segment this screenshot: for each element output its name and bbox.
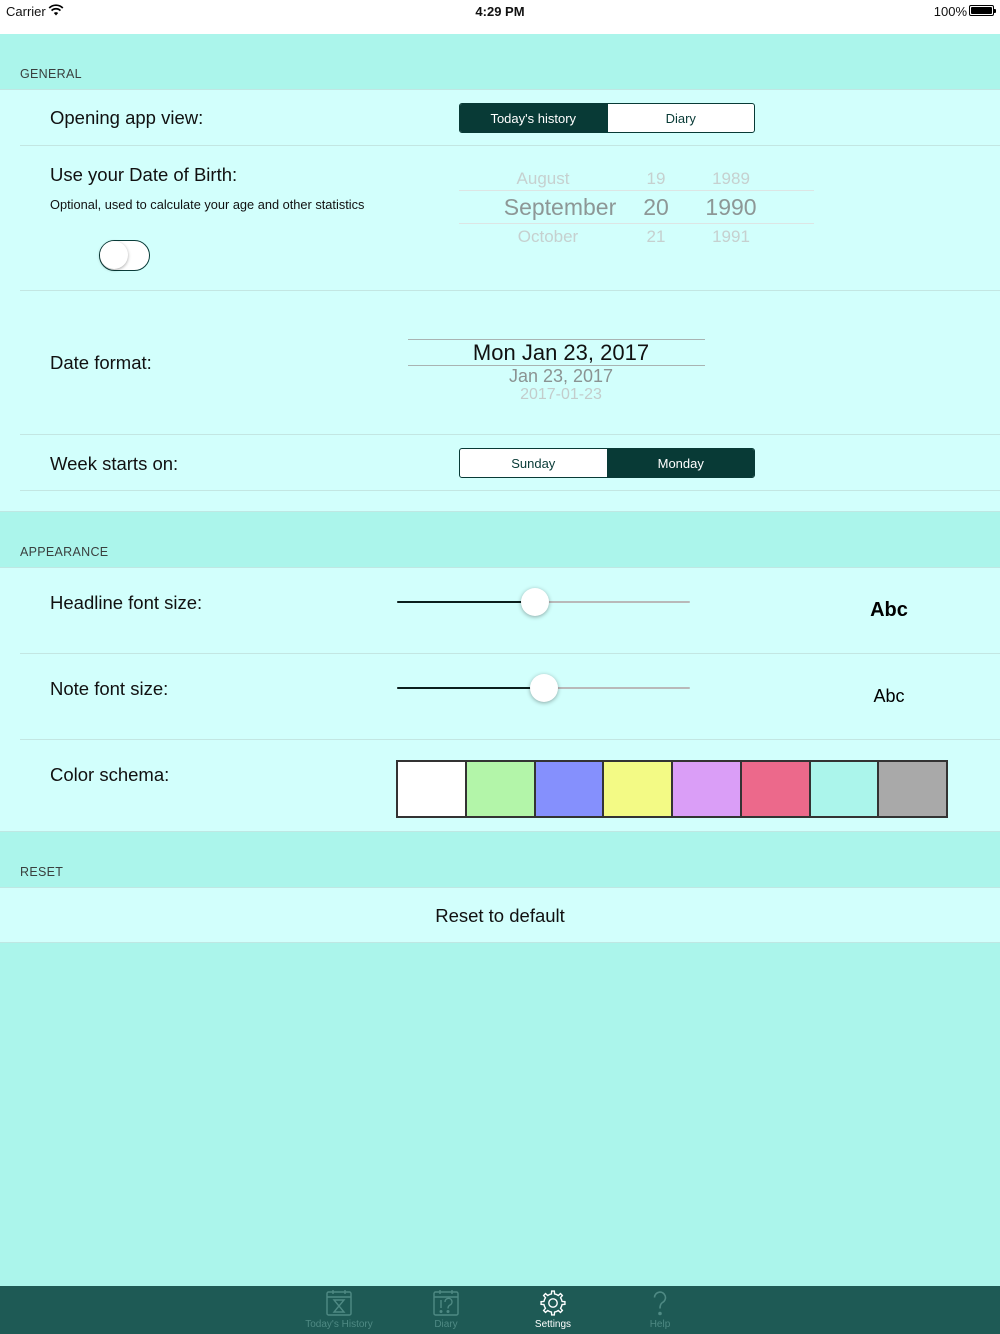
opening-view-segmented-control[interactable]: Today's history Diary <box>459 103 755 133</box>
tab-diary[interactable]: Diary <box>391 1286 501 1334</box>
dob-month-prev: August <box>516 169 570 188</box>
status-bar: Carrier 4:29 PM 100% <box>0 0 1000 34</box>
dob-picker-selection-top <box>459 190 814 191</box>
week-start-label: Week starts on: <box>50 453 179 474</box>
section-header-appearance: APPEARANCE <box>0 512 1000 567</box>
section-header-general: GENERAL <box>0 34 1000 89</box>
tab-bar: Today's History Diary Settings Help <box>0 1286 1000 1334</box>
toggle-knob <box>100 241 128 269</box>
separator <box>20 145 1000 146</box>
date-format-option-clip: 2017-01-23 <box>408 386 714 400</box>
battery-icon <box>969 5 996 16</box>
color-schema-picker[interactable] <box>396 760 948 818</box>
tab-label: Today's History <box>305 1319 373 1330</box>
dob-year-prev: 1989 <box>712 169 750 188</box>
color-swatch[interactable] <box>808 762 878 816</box>
tab-settings[interactable]: Settings <box>498 1286 608 1334</box>
color-swatch[interactable] <box>533 762 603 816</box>
general-group: Opening app view: Today's history Diary U… <box>0 89 1000 512</box>
tab-label: Settings <box>534 1319 572 1330</box>
separator <box>20 653 1000 654</box>
color-swatch[interactable] <box>739 762 809 816</box>
section-title-general: GENERAL <box>20 67 82 81</box>
question-mark-icon <box>653 1291 667 1316</box>
section-header-reset: RESET <box>0 832 1000 887</box>
color-swatch[interactable] <box>671 762 740 816</box>
week-start-segmented-control[interactable]: Sunday Monday <box>459 448 755 478</box>
headline-font-size-slider[interactable] <box>397 587 690 617</box>
dob-day-current[interactable]: 20 <box>631 194 681 221</box>
slider-fill <box>397 687 544 689</box>
dob-label: Use your Date of Birth: <box>50 164 238 185</box>
slider-fill <box>397 601 535 603</box>
section-title-appearance: APPEARANCE <box>20 545 109 559</box>
note-font-size-label: Note font size: <box>50 678 169 699</box>
gear-icon <box>540 1290 566 1316</box>
headline-font-size-label: Headline font size: <box>50 592 203 613</box>
date-format-label: Date format: <box>50 352 152 373</box>
battery-percentage: 100% <box>933 4 967 19</box>
color-schema-label: Color schema: <box>50 764 170 785</box>
question-calendar-icon <box>433 1290 459 1316</box>
color-swatch[interactable] <box>602 762 671 816</box>
section-title-reset: RESET <box>20 865 64 879</box>
separator <box>20 290 1000 291</box>
reset-to-default-button[interactable]: Reset to default <box>0 905 1000 927</box>
dob-day-prev: 19 <box>646 169 666 188</box>
separator <box>20 434 1000 435</box>
hourglass-calendar-icon <box>326 1290 352 1316</box>
dob-month-current[interactable]: September <box>480 194 640 221</box>
date-format-option[interactable]: Jan 23, 2017 <box>408 366 714 387</box>
reset-group: Reset to default <box>0 887 1000 943</box>
headline-font-preview: Abc <box>870 599 908 621</box>
dob-day-next: 21 <box>646 227 666 246</box>
note-font-preview: Abc <box>873 686 905 706</box>
week-start-segment[interactable]: Monday <box>606 449 754 477</box>
color-swatch[interactable] <box>877 762 946 816</box>
tab-label: Diary <box>434 1319 458 1330</box>
color-swatch[interactable] <box>464 762 534 816</box>
date-format-option-selected[interactable]: Mon Jan 23, 2017 <box>408 340 714 366</box>
opening-view-segment[interactable]: Today's history <box>460 104 607 132</box>
slider-thumb[interactable] <box>521 588 549 616</box>
dob-picker-selection-bottom <box>459 223 814 224</box>
dob-month-next: October <box>517 227 579 246</box>
week-start-segment[interactable]: Sunday <box>460 449 607 477</box>
dob-toggle[interactable] <box>99 240 150 271</box>
separator <box>20 739 1000 740</box>
date-format-option[interactable]: 2017-01-23 <box>408 386 714 400</box>
status-time: 4:29 PM <box>475 4 525 19</box>
dob-year-next: 1991 <box>712 227 750 246</box>
separator <box>20 490 1000 491</box>
tab-label: Help <box>649 1319 671 1330</box>
slider-thumb[interactable] <box>530 674 558 702</box>
dob-year-current[interactable]: 1990 <box>690 194 772 221</box>
opening-view-segment[interactable]: Diary <box>606 104 755 132</box>
dob-subtitle: Optional, used to calculate your age and… <box>50 197 365 212</box>
note-font-size-slider[interactable] <box>397 673 690 703</box>
tab-todays-history[interactable]: Today's History <box>284 1286 394 1334</box>
color-swatch[interactable] <box>398 762 465 816</box>
opening-view-label: Opening app view: <box>50 107 204 128</box>
tab-help[interactable]: Help <box>605 1286 715 1334</box>
